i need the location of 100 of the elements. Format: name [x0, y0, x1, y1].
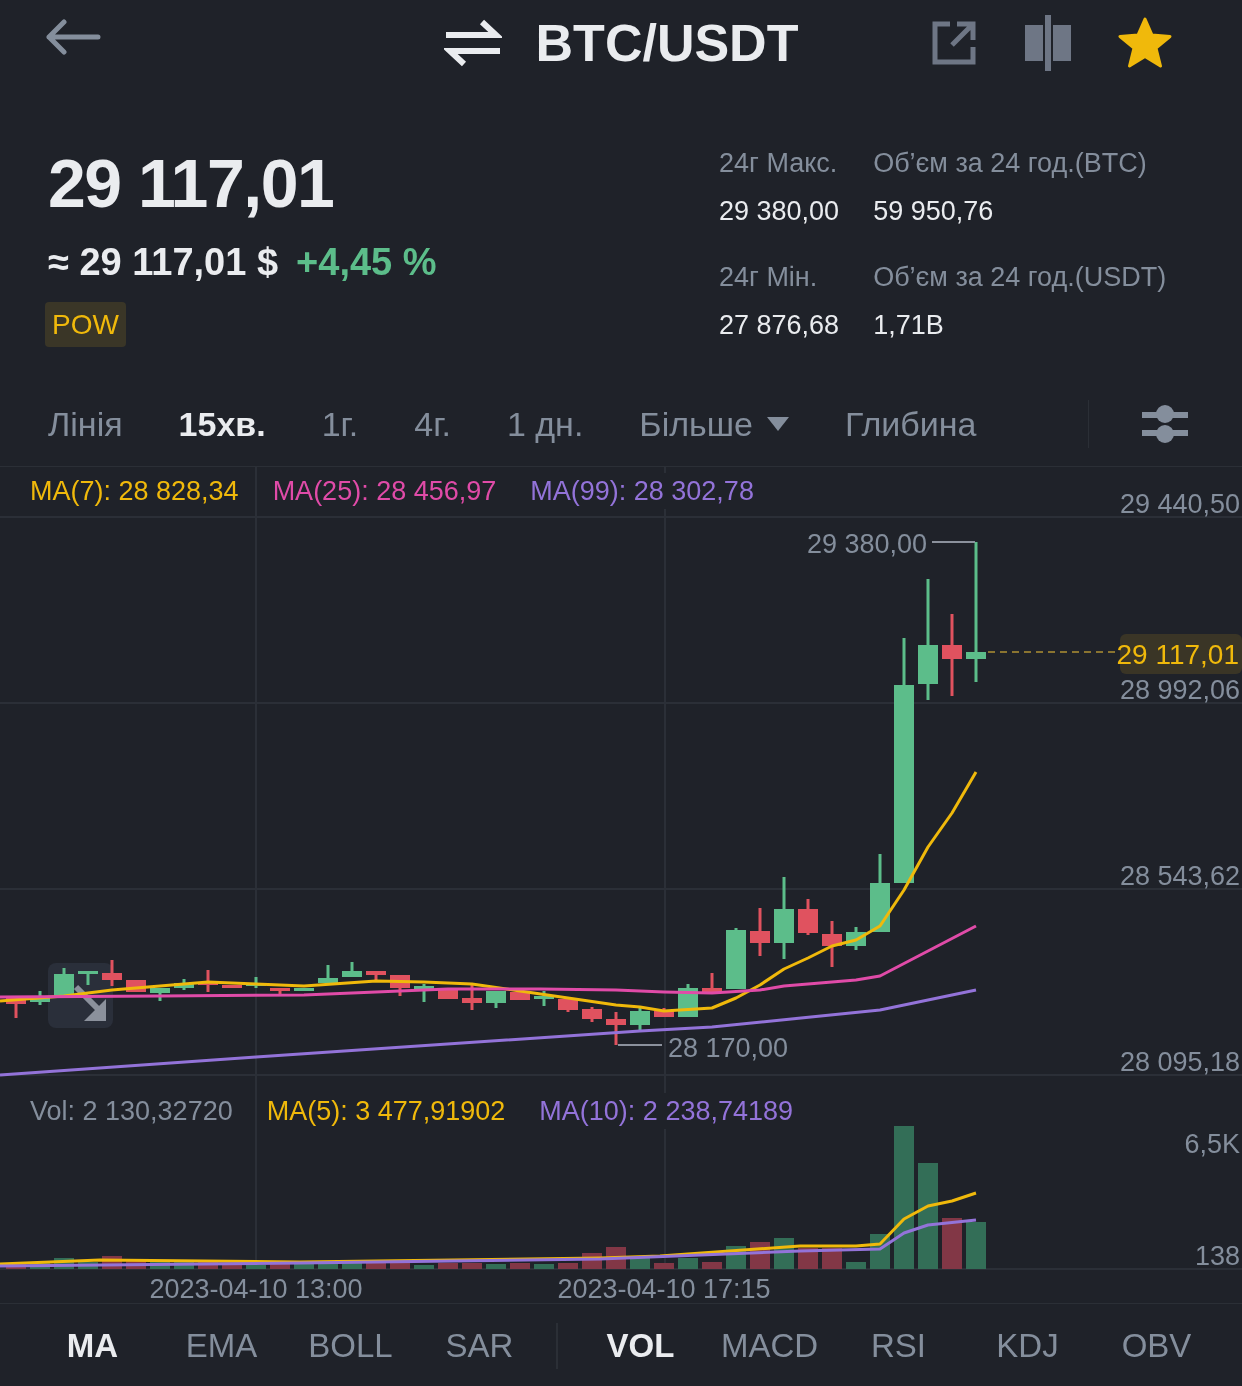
- volume-bar: [942, 1218, 962, 1269]
- volume-bar: [270, 1264, 290, 1269]
- volume-bar: [294, 1264, 314, 1269]
- stat-value: 27 876,68: [719, 309, 840, 342]
- interval-tab[interactable]: 15хв.: [178, 404, 266, 444]
- interval-tab[interactable]: Лінія: [48, 404, 123, 444]
- candle: [510, 992, 530, 1000]
- candle: [582, 1007, 602, 1022]
- volume-bar: [462, 1263, 482, 1269]
- candle: [366, 971, 386, 982]
- candle: [726, 928, 746, 989]
- volume-bar: [198, 1261, 218, 1269]
- share-icon[interactable]: [930, 19, 978, 67]
- candle: [270, 988, 290, 994]
- stat-label: 24г Мін.: [719, 261, 819, 294]
- volume-bar: [150, 1262, 170, 1269]
- price-axis-label: 28 992,06: [1119, 675, 1240, 705]
- stat-value: 59 950,76: [873, 195, 995, 228]
- volume-bar: [654, 1263, 674, 1269]
- candle: [414, 984, 434, 1002]
- volume-bar: [318, 1263, 338, 1269]
- candle: [390, 975, 410, 996]
- last-price: 29 117,01: [48, 149, 334, 217]
- volume-bar: [246, 1265, 266, 1269]
- indicator-tab[interactable]: EMA: [185, 1326, 258, 1365]
- volume-bar: [966, 1222, 986, 1269]
- time-axis-label: 2023-04-10 13:00: [149, 1274, 363, 1303]
- candle: [54, 968, 74, 996]
- candle: [798, 899, 818, 935]
- candle: [294, 988, 314, 991]
- volume-bar: [702, 1262, 722, 1269]
- indicator-tab[interactable]: SAR: [445, 1326, 514, 1365]
- indicator-tab[interactable]: VOL: [606, 1326, 675, 1365]
- swap-icon[interactable]: [443, 19, 502, 67]
- indicator-tab[interactable]: MA: [66, 1326, 119, 1365]
- indicator-tab[interactable]: MACD: [720, 1326, 819, 1365]
- candle: [438, 990, 458, 999]
- candle: [750, 908, 770, 956]
- candlestick-icon[interactable]: [1023, 15, 1073, 71]
- volume-axis-label: 138: [1194, 1241, 1240, 1271]
- candle: [78, 971, 98, 985]
- star-icon[interactable]: [1118, 17, 1172, 69]
- volume-bar: [390, 1261, 410, 1269]
- candle: [630, 1008, 650, 1030]
- settings-icon[interactable]: [1142, 403, 1188, 445]
- candle: [606, 1012, 626, 1045]
- volume-axis-label: 6,5K: [1184, 1129, 1240, 1159]
- volume-bar: [822, 1248, 842, 1269]
- candle: [486, 991, 506, 1008]
- volume-bar: [78, 1262, 98, 1269]
- caret-icon: [766, 417, 789, 431]
- candle: [462, 984, 482, 1010]
- volume-bar: [438, 1263, 458, 1269]
- candle: [102, 960, 122, 986]
- candle: [222, 985, 242, 988]
- volume-bar: [174, 1262, 194, 1269]
- time-axis-label: 2023-04-10 17:15: [557, 1274, 771, 1303]
- indicator-tab[interactable]: OBV: [1121, 1326, 1192, 1365]
- volume-bar: [414, 1265, 434, 1269]
- candle: [342, 962, 362, 977]
- volume-bar: [366, 1263, 386, 1269]
- moving-average-legend: MA(99): 28 302,78: [530, 473, 754, 509]
- volume-bar: [798, 1248, 818, 1269]
- interval-tab[interactable]: Глибина: [844, 404, 977, 444]
- volume-bar: [222, 1264, 242, 1269]
- volume-bar: [534, 1264, 554, 1269]
- price-axis-label: 28 095,18: [1119, 1047, 1240, 1077]
- candle: [174, 979, 194, 990]
- volume-bar: [126, 1260, 146, 1269]
- candle: [318, 965, 338, 983]
- interval-tab[interactable]: 4г.: [414, 404, 451, 444]
- stat-label: Об’єм за 24 год.(BTC): [873, 147, 1148, 180]
- volume-bar: [630, 1258, 650, 1269]
- interval-tab[interactable]: Більше: [639, 404, 789, 444]
- indicator-tab[interactable]: BOLL: [308, 1326, 393, 1365]
- volume-bar: [54, 1258, 74, 1269]
- stat-value: 29 380,00: [719, 195, 840, 228]
- stat-label: 24г Макс.: [719, 147, 839, 180]
- indicator-tab[interactable]: KDJ: [996, 1326, 1059, 1365]
- candle: [702, 973, 722, 993]
- stat-label: Об’єм за 24 год.(USDT): [873, 261, 1167, 294]
- candle: [846, 927, 866, 950]
- candle: [30, 991, 50, 1005]
- volume-bar: [846, 1262, 866, 1269]
- interval-tab[interactable]: 1г.: [321, 404, 359, 444]
- interval-tab[interactable]: 1 дн.: [506, 404, 584, 444]
- low-price-label: 28 170,00: [668, 1033, 789, 1063]
- fiat-price: ≈ 29 117,01 $: [48, 243, 279, 281]
- high-price-label: 29 380,00: [806, 529, 927, 559]
- volume-bar: [558, 1263, 578, 1269]
- volume-bar: [486, 1264, 506, 1269]
- back-arrow-icon[interactable]: [45, 19, 101, 55]
- candle: [6, 996, 26, 1018]
- leader-line: [931, 541, 976, 543]
- volume-bar: [510, 1263, 530, 1269]
- indicator-tab[interactable]: RSI: [871, 1326, 926, 1365]
- price-axis-label: 29 440,50: [1119, 489, 1240, 519]
- candle: [822, 921, 842, 967]
- price-axis-label: 28 543,62: [1119, 861, 1240, 891]
- stat-value: 1,71B: [873, 309, 945, 342]
